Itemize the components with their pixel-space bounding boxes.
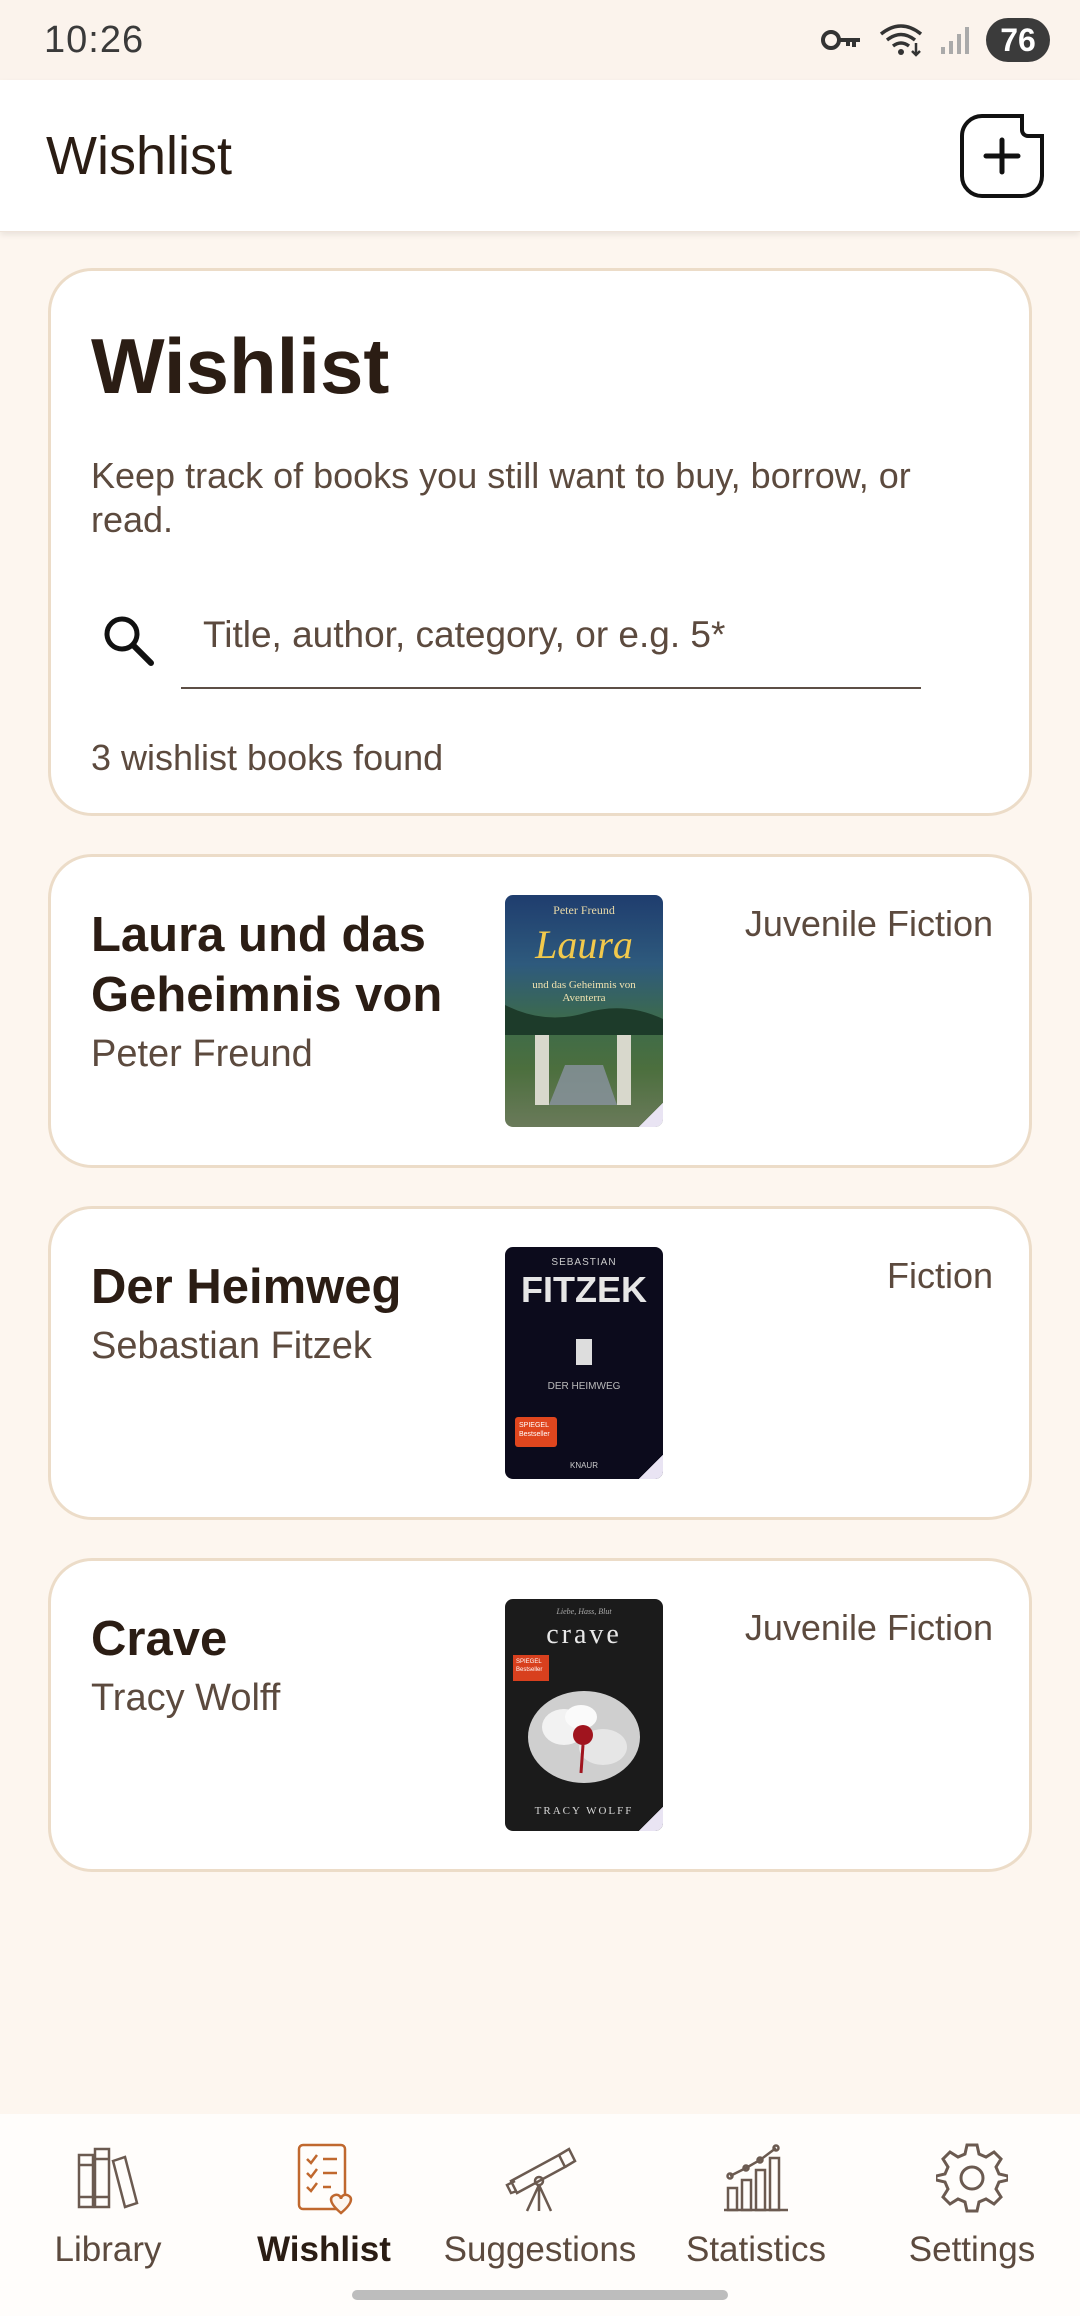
- app-bar-title: Wishlist: [46, 125, 232, 186]
- telescope-icon: [503, 2138, 577, 2218]
- page-curl: [639, 1103, 663, 1127]
- nav-label-suggestions: Suggestions: [443, 2230, 637, 2269]
- cover-title: Laura: [535, 922, 633, 967]
- book-category: Fiction: [886, 1255, 993, 1296]
- book-cover: Liebe, Hass, Blut crave SPIEGEL Bestsell…: [505, 1599, 663, 1831]
- status-time: 10:26: [44, 18, 145, 61]
- cover-author-first: SEBASTIAN: [551, 1257, 617, 1268]
- nav-item-library[interactable]: Library: [0, 2138, 216, 2270]
- page-title: Wishlist: [91, 322, 390, 410]
- book-card[interactable]: Der Heimweg Sebastian Fitzek SEBASTIAN F…: [48, 1206, 1032, 1520]
- cover-author: Peter Freund: [553, 903, 615, 917]
- book-title: Laura und das Geheimnis von: [91, 908, 443, 1022]
- cover-title: DER HEIMWEG: [547, 1381, 621, 1392]
- status-icons: 76: [820, 18, 1050, 62]
- gear-icon: [936, 2138, 1008, 2218]
- book-card[interactable]: Crave Tracy Wolff Liebe, Hass, Blut crav…: [48, 1558, 1032, 1872]
- battery-indicator: 76: [986, 18, 1050, 62]
- book-category: Juvenile Fiction: [744, 903, 993, 944]
- nav-item-settings[interactable]: Settings: [864, 2138, 1080, 2270]
- book-title: Der Heimweg: [91, 1260, 402, 1314]
- nav-label-library: Library: [54, 2230, 162, 2269]
- cover-subtitle: und das Geheimnis von Aventerra: [532, 979, 636, 1004]
- nav-label-wishlist: Wishlist: [257, 2230, 391, 2269]
- flower-graphic: [528, 1691, 640, 1783]
- cover-title: crave: [546, 1619, 622, 1650]
- book-author: Tracy Wolff: [91, 1677, 281, 1719]
- nav-item-statistics[interactable]: Statistics: [648, 2138, 864, 2270]
- cover-tagline: Liebe, Hass, Blut: [556, 1607, 612, 1616]
- signal-icon: [940, 25, 970, 55]
- home-indicator[interactable]: [352, 2290, 728, 2300]
- book-title: Crave: [91, 1612, 228, 1666]
- search-field[interactable]: [104, 583, 921, 689]
- nav-item-suggestions[interactable]: Suggestions: [432, 2138, 648, 2270]
- page-curl: [639, 1807, 663, 1831]
- book-card[interactable]: Laura und das Geheimnis von Peter Freund…: [48, 854, 1032, 1168]
- key-icon: [820, 27, 862, 53]
- book-author: Sebastian Fitzek: [91, 1325, 372, 1367]
- add-note-icon: [983, 137, 1021, 174]
- nav-label-settings: Settings: [908, 2230, 1036, 2269]
- bestseller-badge: SPIEGEL Bestseller: [515, 1417, 557, 1447]
- page-description: Keep track of books you still want to bu…: [91, 455, 911, 540]
- wishlist-icon: [289, 2138, 359, 2218]
- main-content: Wishlist Keep track of books you still w…: [48, 268, 1032, 1872]
- add-book-button[interactable]: [960, 113, 1044, 198]
- book-cover: Peter Freund Laura und das Geheimnis von…: [505, 895, 663, 1127]
- cover-author-last: FITZEK: [521, 1269, 647, 1310]
- page-curl: [639, 1455, 663, 1479]
- book-cover: SEBASTIAN FITZEK DER HEIMWEG SPIEGEL Bes…: [505, 1247, 663, 1479]
- wifi-icon: [878, 23, 924, 57]
- cover-door-graphic: [576, 1339, 592, 1365]
- chart-icon: [720, 2138, 792, 2218]
- book-category: Juvenile Fiction: [744, 1607, 993, 1648]
- nav-label-statistics: Statistics: [685, 2230, 827, 2269]
- books-icon: [73, 2138, 143, 2218]
- bottom-navigation: Library Wishlist Suggestions Statistics …: [0, 2114, 1080, 2316]
- nav-item-wishlist[interactable]: Wishlist: [216, 2138, 432, 2270]
- search-icon: [101, 613, 155, 672]
- app-bar: Wishlist: [0, 80, 1080, 232]
- result-count: 3 wishlist books found: [91, 737, 444, 778]
- wishlist-header-card: Wishlist Keep track of books you still w…: [48, 268, 1032, 816]
- status-bar: 10:26 76: [0, 0, 1080, 80]
- book-author: Peter Freund: [91, 1033, 313, 1075]
- search-input[interactable]: [181, 614, 921, 656]
